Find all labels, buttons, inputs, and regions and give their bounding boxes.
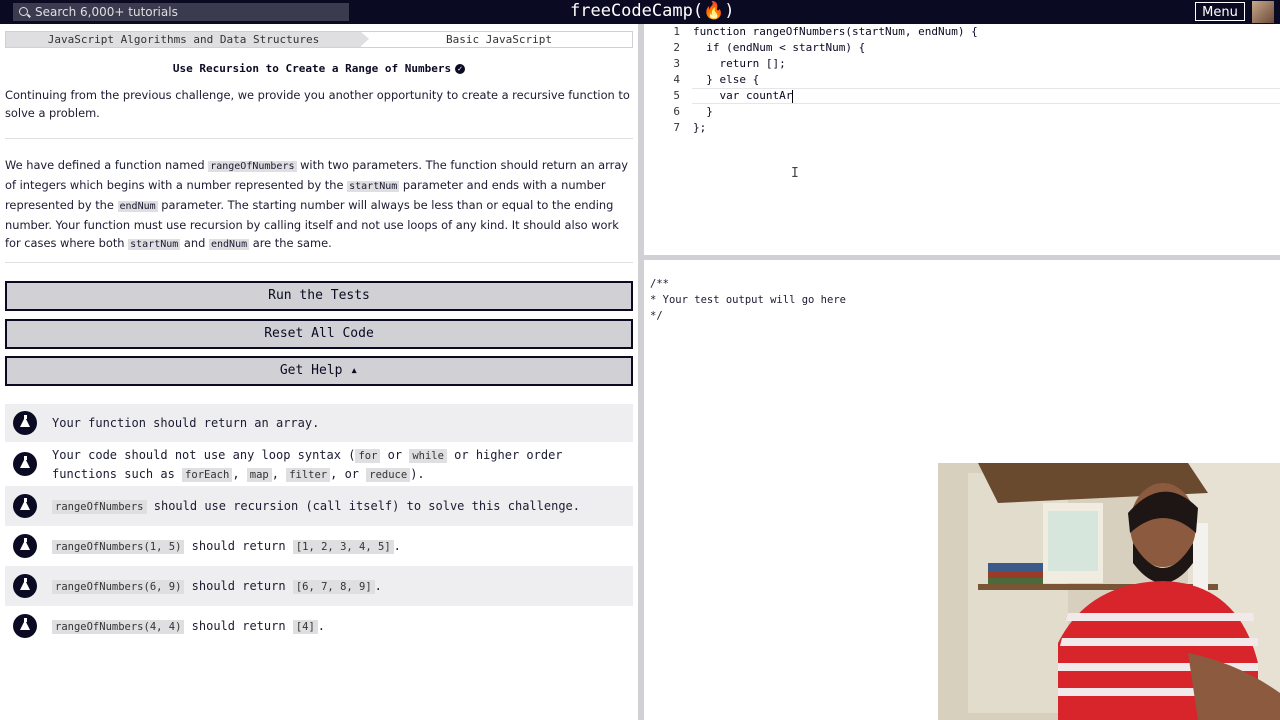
code-line[interactable]: if (endNum < startNum) { — [693, 41, 865, 54]
inline-code: filter — [286, 468, 331, 482]
search-icon — [19, 7, 28, 16]
test-text: Your code should not use any loop syntax… — [52, 448, 563, 482]
editor-output-resizer[interactable] — [644, 255, 1280, 260]
inline-code: rangeOfNumbers(6, 9) — [52, 580, 185, 594]
inline-code: rangeOfNumbers(1, 5) — [52, 540, 185, 554]
test-text: Your function should return an array. — [52, 416, 320, 430]
code-line[interactable]: function rangeOfNumbers(startNum, endNum… — [693, 25, 978, 38]
breadcrumb-course[interactable]: JavaScript Algorithms and Data Structure… — [6, 32, 369, 47]
instructions-panel: JavaScript Algorithms and Data Structure… — [0, 24, 638, 720]
desc-text: We have defined a function named — [5, 158, 209, 172]
challenge-title-text: Use Recursion to Create a Range of Numbe… — [172, 62, 452, 75]
challenge-description: We have defined a function named rangeOf… — [5, 156, 633, 254]
navbar: Search 6,000+ tutorials freeCodeCamp(🔥) … — [0, 0, 1280, 24]
search-placeholder: Search 6,000+ tutorials — [35, 5, 178, 19]
flask-icon — [13, 574, 37, 598]
breadcrumb-section[interactable]: Basic JavaScript — [366, 32, 632, 47]
run-tests-button[interactable]: Run the Tests — [5, 281, 633, 311]
test-text: rangeOfNumbers(6, 9) should return [6, 7… — [52, 577, 625, 596]
inline-code: startNum — [347, 181, 400, 192]
inline-code: rangeOfNumbers — [208, 161, 297, 172]
test-text: rangeOfNumbers(4, 4) should return [4]. — [52, 617, 625, 636]
code-line[interactable]: } — [693, 105, 713, 118]
line-number: 7 — [673, 121, 680, 134]
flask-icon — [13, 614, 37, 638]
line-number: 6 — [673, 105, 680, 118]
test-output: /** * Your test output will go here */ — [650, 278, 846, 322]
inline-code: [4] — [292, 620, 318, 634]
test-item: rangeOfNumbers(6, 9) should return [6, 7… — [5, 566, 633, 606]
search-input[interactable]: Search 6,000+ tutorials — [13, 3, 349, 21]
challenge-intro: Continuing from the previous challenge, … — [5, 88, 630, 120]
inline-code: forEach — [182, 468, 233, 482]
line-number: 4 — [673, 73, 680, 86]
menu-button[interactable]: Menu — [1195, 2, 1245, 21]
test-text: rangeOfNumbers(1, 5) should return [1, 2… — [52, 537, 625, 556]
test-item: rangeOfNumbers(4, 4) should return [4]. — [5, 606, 633, 646]
inline-code: [1, 2, 3, 4, 5] — [292, 540, 394, 554]
code-editor[interactable]: 1 function rangeOfNumbers(startNum, endN… — [644, 24, 1280, 256]
flask-icon — [13, 411, 37, 435]
webcam-overlay — [938, 463, 1280, 720]
challenge-title: Use Recursion to Create a Range of Numbe… — [0, 62, 638, 75]
ibeam-cursor-icon: I — [791, 166, 799, 181]
test-item: rangeOfNumbers should use recursion (cal… — [5, 486, 633, 526]
inline-code: for — [355, 449, 381, 463]
code-line[interactable]: var countAr — [693, 89, 794, 103]
logo[interactable]: freeCodeCamp(🔥) — [570, 1, 734, 21]
inline-code: map — [246, 468, 272, 482]
line-number: 1 — [673, 25, 680, 38]
inline-code: startNum — [128, 239, 181, 250]
flask-icon — [13, 494, 37, 518]
code-line[interactable]: }; — [693, 121, 706, 134]
inline-code: endNum — [117, 201, 158, 212]
webcam-image — [938, 463, 1280, 720]
test-item: Your code should not use any loop syntax… — [5, 442, 633, 486]
divider — [5, 138, 633, 139]
test-item: Your function should return an array. — [5, 404, 633, 442]
inline-code: reduce — [366, 468, 411, 482]
text-caret — [792, 89, 794, 103]
inline-code: endNum — [208, 239, 250, 250]
code-line[interactable]: } else { — [693, 73, 759, 86]
desc-text: and — [180, 236, 209, 250]
inline-code: rangeOfNumbers(4, 4) — [52, 620, 185, 634]
reset-code-button[interactable]: Reset All Code — [5, 319, 633, 349]
line-number: 2 — [673, 41, 680, 54]
divider — [5, 262, 633, 263]
inline-code: while — [409, 449, 447, 463]
code-line[interactable]: return []; — [693, 57, 785, 70]
test-text: rangeOfNumbers should use recursion (cal… — [52, 497, 625, 516]
line-number: 3 — [673, 57, 680, 70]
desc-text: are the same. — [249, 236, 332, 250]
get-help-button[interactable]: Get Help ▴ — [5, 356, 633, 386]
inline-code: rangeOfNumbers — [52, 500, 147, 514]
flask-icon — [13, 452, 37, 476]
check-circle-icon: ✓ — [455, 64, 466, 74]
breadcrumb: JavaScript Algorithms and Data Structure… — [5, 31, 633, 48]
test-item: rangeOfNumbers(1, 5) should return [1, 2… — [5, 526, 633, 566]
code-line-text: var countAr — [693, 89, 793, 102]
avatar[interactable] — [1252, 1, 1274, 23]
line-number: 5 — [673, 89, 680, 102]
flask-icon — [13, 534, 37, 558]
inline-code: [6, 7, 8, 9] — [292, 580, 375, 594]
